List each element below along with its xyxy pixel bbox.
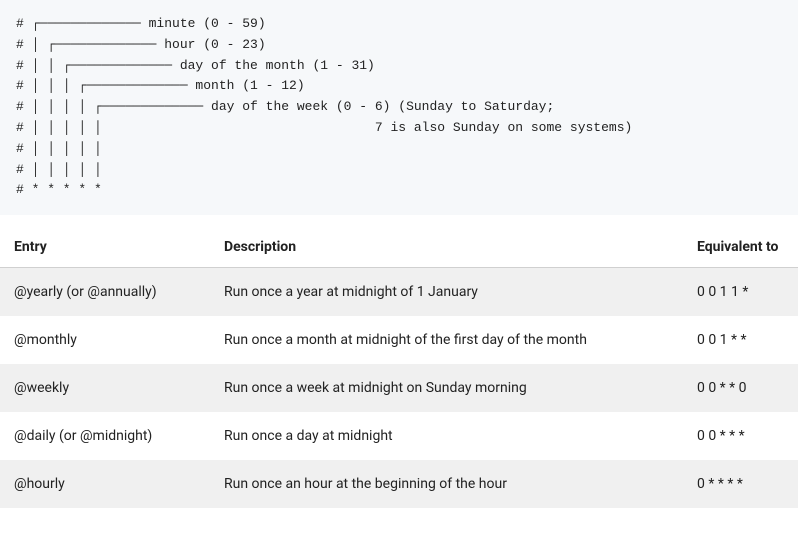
- table-row: @daily (or @midnight) Run once a day at …: [0, 412, 798, 460]
- cron-syntax-diagram: # ┌───────────── minute (0 - 59) # │ ┌──…: [0, 0, 798, 215]
- cell-description: Run once a day at midnight: [210, 412, 683, 460]
- header-entry: Entry: [0, 227, 210, 268]
- cell-description: Run once a week at midnight on Sunday mo…: [210, 364, 683, 412]
- table-body: @yearly (or @annually) Run once a year a…: [0, 268, 798, 509]
- cell-entry: @yearly (or @annually): [0, 268, 210, 317]
- cell-equivalent: 0 0 * * 0: [683, 364, 798, 412]
- cell-entry: @hourly: [0, 460, 210, 508]
- cell-equivalent: 0 0 * * *: [683, 412, 798, 460]
- cell-equivalent: 0 0 1 1 *: [683, 268, 798, 317]
- table-row: @weekly Run once a week at midnight on S…: [0, 364, 798, 412]
- cell-equivalent: 0 0 1 * *: [683, 316, 798, 364]
- cell-description: Run once an hour at the beginning of the…: [210, 460, 683, 508]
- cron-shortcuts-table: Entry Description Equivalent to @yearly …: [0, 227, 798, 508]
- cell-description: Run once a year at midnight of 1 January: [210, 268, 683, 317]
- cell-entry: @monthly: [0, 316, 210, 364]
- cell-equivalent: 0 * * * *: [683, 460, 798, 508]
- table-row: @yearly (or @annually) Run once a year a…: [0, 268, 798, 317]
- header-description: Description: [210, 227, 683, 268]
- table-row: @monthly Run once a month at midnight of…: [0, 316, 798, 364]
- cell-entry: @weekly: [0, 364, 210, 412]
- cell-entry: @daily (or @midnight): [0, 412, 210, 460]
- header-equivalent: Equivalent to: [683, 227, 798, 268]
- table-row: @hourly Run once an hour at the beginnin…: [0, 460, 798, 508]
- cell-description: Run once a month at midnight of the firs…: [210, 316, 683, 364]
